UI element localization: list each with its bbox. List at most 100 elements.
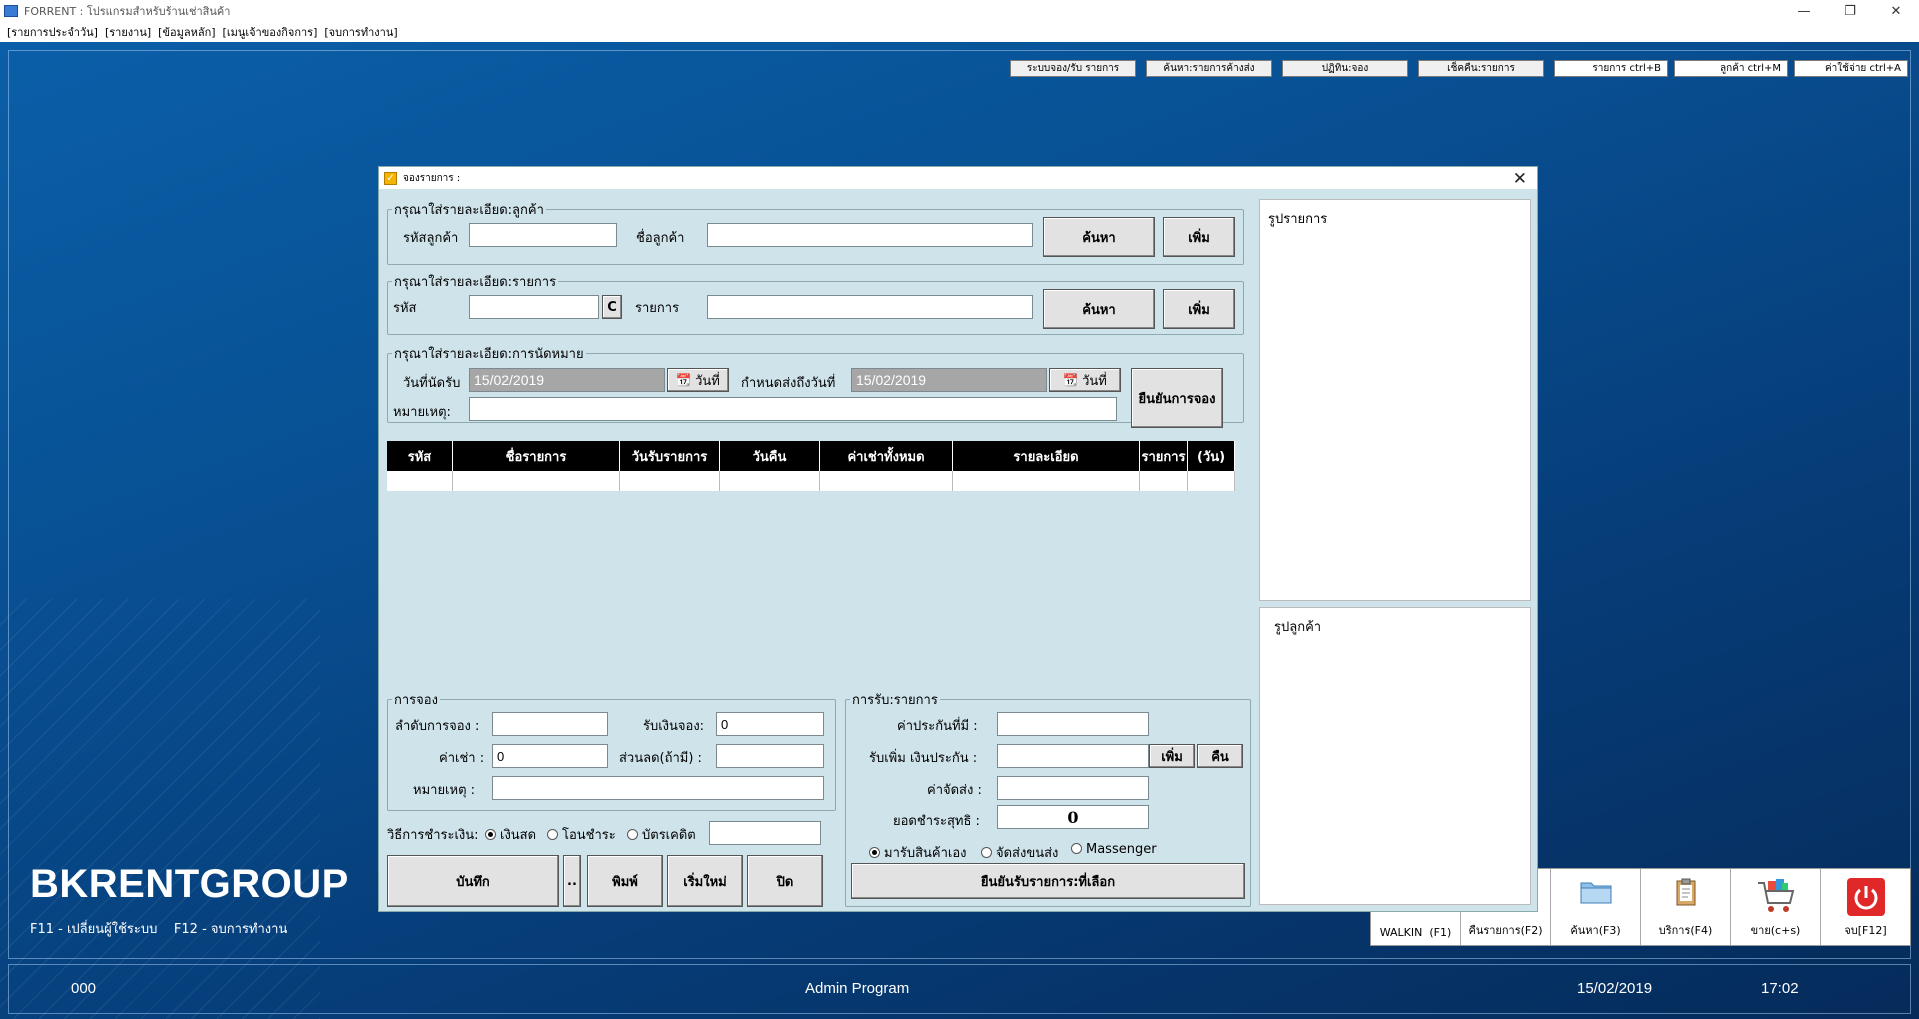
delivery-self-radio[interactable]: มารับสินค้าเอง (869, 842, 967, 863)
shipping-input[interactable] (997, 776, 1149, 800)
dialog-title: จองรายการ : (403, 172, 461, 184)
col-pickup-date[interactable]: วันรับรายการ (620, 441, 720, 471)
dialog-titlebar: ✓ จองรายการ : ✕ (379, 167, 1537, 189)
payment-extra-input[interactable] (709, 821, 821, 845)
expenses-shortcut-button[interactable]: ค่าใช้จ่าย ctrl+A (1794, 60, 1908, 77)
return-items-label: คืนรายการ(F2) (1468, 924, 1543, 937)
print-button[interactable]: พิมพ์ (587, 855, 663, 907)
deposit-label: รับเงินจอง: (643, 719, 705, 734)
app-icon (4, 5, 18, 17)
item-add-button[interactable]: เพิ่ม (1163, 289, 1235, 329)
payment-cash-radio[interactable]: เงินสด (485, 824, 536, 845)
restart-button[interactable]: เริ่มใหม่ (667, 855, 743, 907)
extra-insurance-input[interactable] (997, 744, 1149, 768)
item-code-input[interactable] (469, 295, 599, 319)
payment-cash-label: เงินสด (500, 828, 537, 843)
customer-code-input[interactable] (469, 223, 617, 247)
sell-button[interactable]: ขาย(c+s) (1731, 869, 1821, 945)
confirm-receive-button[interactable]: ยืนยันรับรายการ:ที่เลือก (851, 863, 1245, 899)
brand-name: BKRENTGROUP (30, 862, 349, 906)
payment-credit-radio[interactable]: บัตรเคดิต (627, 824, 696, 845)
payment-transfer-label: โอนชำระ (562, 828, 616, 843)
booking-system-button[interactable]: ระบบจอง/รับ รายการ (1010, 60, 1136, 77)
payment-transfer-radio[interactable]: โอนชำระ (547, 824, 616, 845)
status-time: 17:02 (1761, 980, 1799, 997)
dialog-close-icon[interactable]: ✕ (1513, 169, 1527, 189)
booking-seq-input[interactable] (492, 712, 608, 736)
customer-image-panel: รูปลูกค้า (1259, 607, 1531, 905)
confirm-booking-button[interactable]: ยืนยันการจอง (1131, 368, 1223, 428)
window-titlebar: FORRENT : โปรแกรมสำหรับร้านเช่าสินค้า — … (0, 0, 1919, 22)
return-date-input[interactable] (851, 368, 1047, 392)
service-f4-button[interactable]: บริการ(F4) (1641, 869, 1731, 945)
deposit-input[interactable] (716, 712, 824, 736)
table-row[interactable] (387, 471, 1235, 491)
customer-name-input[interactable] (707, 223, 1033, 247)
return-date-label: กำหนดส่งถึงวันที่ (741, 376, 836, 391)
search-f3-label: ค้นหา(F3) (1570, 924, 1621, 937)
menu-daily[interactable]: [รายการประจำวัน] (7, 23, 98, 41)
discount-input[interactable] (716, 744, 824, 768)
radio-icon (627, 829, 638, 840)
minimize-icon[interactable]: — (1781, 0, 1827, 22)
receive-legend: การรับ:รายการ (852, 693, 938, 708)
customer-add-button[interactable]: เพิ่ม (1163, 217, 1235, 257)
insurance-refund-button[interactable]: คืน (1197, 744, 1243, 768)
save-button[interactable]: บันทึก (387, 855, 559, 907)
search-f3-button[interactable]: ค้นหา(F3) (1551, 869, 1641, 945)
exit-f12-label: จบ[F12] (1844, 924, 1887, 937)
col-total-rent[interactable]: ค่าเช่าทั้งหมด (820, 441, 953, 471)
delivery-ship-radio[interactable]: จัดส่งขนส่ง (981, 842, 1058, 863)
item-name-input[interactable] (707, 295, 1033, 319)
col-code[interactable]: รหัส (387, 441, 453, 471)
rent-input[interactable] (492, 744, 608, 768)
booking-note-input[interactable] (492, 776, 824, 800)
customer-search-button[interactable]: ค้นหา (1043, 217, 1155, 257)
col-days[interactable]: (วัน) (1188, 441, 1235, 471)
radio-icon (981, 847, 992, 858)
service-f4-label: บริการ(F4) (1658, 924, 1713, 937)
delivery-messenger-radio[interactable]: Massenger (1071, 842, 1157, 857)
close-button[interactable]: ปิด (747, 855, 823, 907)
pickup-date-picker-button[interactable]: 📆 วันที่ (667, 368, 729, 392)
pickup-date-input[interactable] (469, 368, 665, 392)
net-total-label: ยอดชำระสุทธิ : (893, 814, 980, 829)
menu-owner[interactable]: [เมนูเจ้าของกิจการ] (223, 23, 318, 41)
check-return-button[interactable]: เช็คคืน:รายการ (1418, 60, 1544, 77)
item-search-button[interactable]: ค้นหา (1043, 289, 1155, 329)
menu-reports[interactable]: [รายงาน] (105, 23, 151, 41)
more-button[interactable]: .. (563, 855, 581, 907)
return-date-button-label: วันที่ (1082, 373, 1107, 389)
appointment-note-input[interactable] (469, 397, 1117, 421)
restore-icon[interactable]: ❐ (1827, 0, 1873, 22)
col-details[interactable]: รายละเอียด (953, 441, 1140, 471)
items-shortcut-button[interactable]: รายการ ctrl+B (1554, 60, 1668, 77)
booking-note-label: หมายเหตุ : (413, 783, 476, 798)
menu-bar: [รายการประจำวัน] [รายงาน] [ข้อมูลหลัก] [… (0, 22, 1919, 42)
insurance-add-button[interactable]: เพิ่ม (1149, 744, 1195, 768)
menu-exit[interactable]: [จบการทำงาน] (324, 23, 397, 41)
col-return-date[interactable]: วันคืน (720, 441, 820, 471)
exit-f12-button[interactable]: จบ[F12] (1821, 869, 1910, 945)
insurance-input[interactable] (997, 712, 1149, 736)
search-pending-button[interactable]: ค้นหา:รายการค้างส่ง (1146, 60, 1272, 77)
col-item-name[interactable]: ชื่อรายการ (453, 441, 620, 471)
return-date-picker-button[interactable]: 📆 วันที่ (1049, 368, 1121, 392)
brand-help: F11 - เปลี่ยนผู้ใช้ระบบ F12 - จบการทำงาน (30, 922, 288, 937)
extra-insurance-label: รับเพิ่ม เงินประกัน : (869, 751, 978, 766)
calendar-booking-button[interactable]: ปฏิทิน:จอง (1282, 60, 1408, 77)
customers-shortcut-button[interactable]: ลูกค้า ctrl+M (1674, 60, 1788, 77)
col-items[interactable]: รายการ (1140, 441, 1188, 471)
window-title: FORRENT : โปรแกรมสำหรับร้านเช่าสินค้า (24, 5, 231, 18)
customer-legend: กรุณาใส่รายละเอียด:ลูกค้า (394, 203, 544, 218)
rent-label: ค่าเช่า : (439, 751, 485, 766)
item-c-button[interactable]: C (602, 295, 622, 319)
checkbox-icon: ✓ (384, 171, 397, 185)
radio-icon (485, 829, 496, 840)
close-window-icon[interactable]: ✕ (1873, 0, 1919, 22)
booking-seq-label: ลำดับการจอง : (395, 719, 480, 734)
sell-label: ขาย(c+s) (1750, 924, 1801, 937)
menu-master-data[interactable]: [ข้อมูลหลัก] (158, 23, 215, 41)
discount-label: ส่วนลด(ถ้ามี) : (619, 751, 702, 766)
shipping-label: ค่าจัดส่ง : (927, 783, 982, 798)
